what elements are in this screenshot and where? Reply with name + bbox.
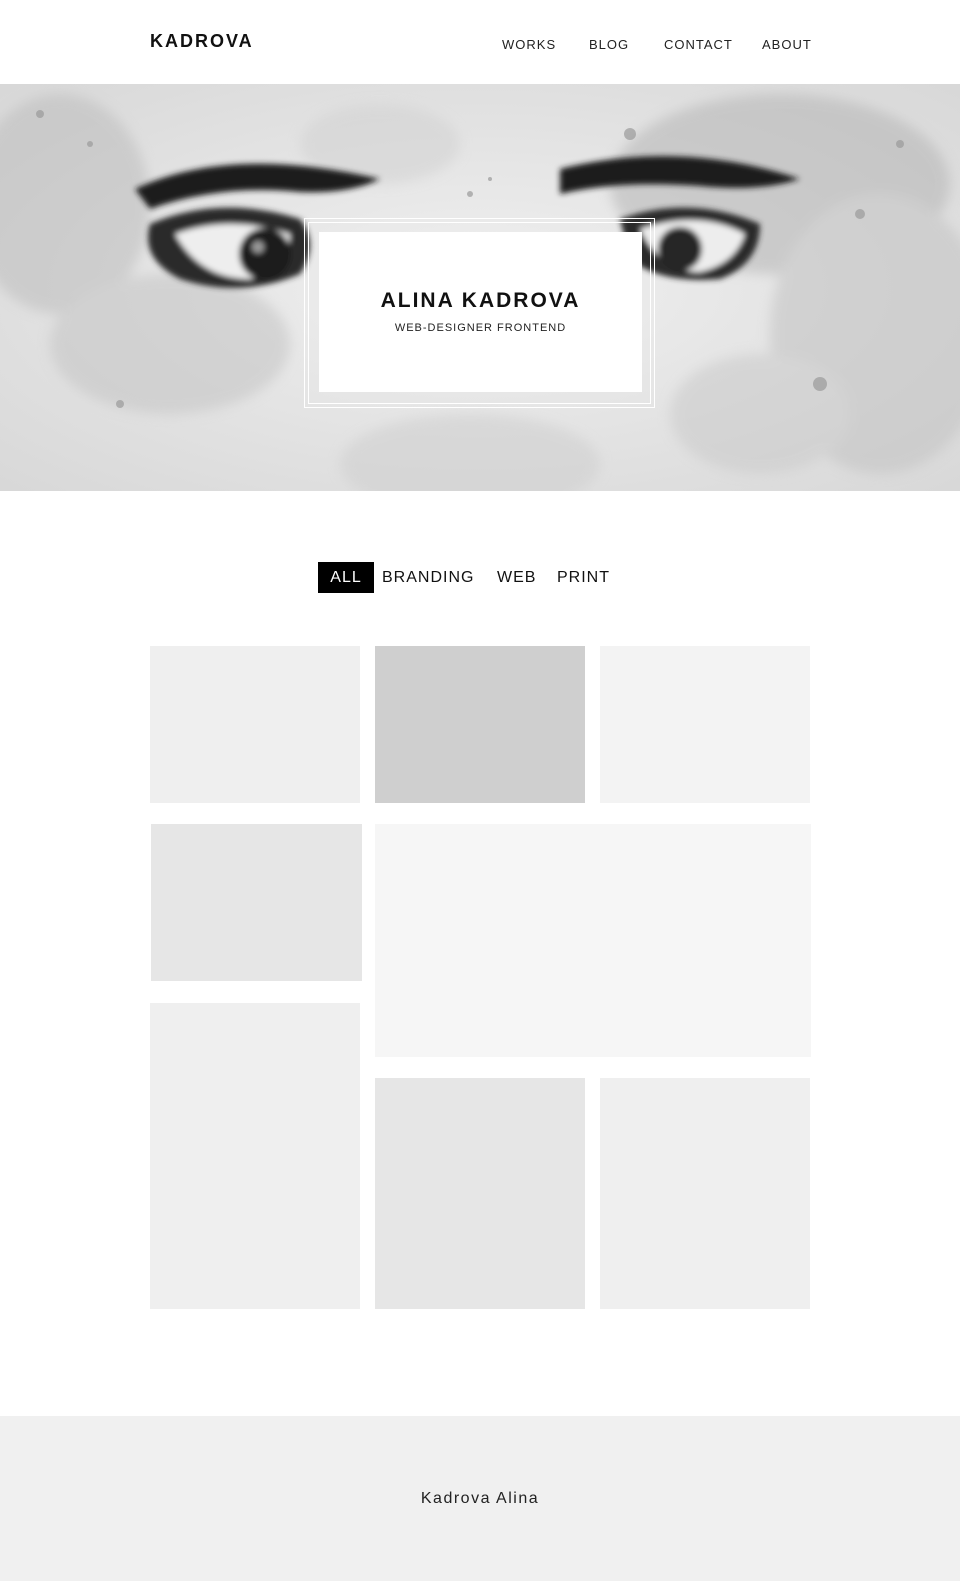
portfolio-tile[interactable] (375, 824, 811, 1057)
hero-title-card: ALINA KADROVA WEB-DESIGNER FRONTEND (319, 232, 642, 392)
hero-banner: ALINA KADROVA WEB-DESIGNER FRONTEND (0, 84, 960, 491)
filter-web[interactable]: WEB (497, 562, 536, 593)
portfolio-tile[interactable] (150, 646, 360, 803)
site-header: KADROVA WORKS BLOG CONTACT ABOUT (0, 0, 960, 84)
nav-about[interactable]: ABOUT (762, 37, 812, 52)
site-footer: Kadrova Alina (0, 1416, 960, 1581)
portfolio-tile[interactable] (151, 824, 362, 981)
footer-text: Kadrova Alina (420, 1490, 540, 1507)
portfolio-tile[interactable] (600, 646, 810, 803)
hero-name: ALINA KADROVA (380, 289, 581, 312)
nav-works[interactable]: WORKS (502, 37, 556, 52)
portfolio-filters: ALL BRANDING WEB PRINT (0, 562, 960, 594)
portfolio-tile[interactable] (375, 1078, 585, 1309)
nav-contact[interactable]: CONTACT (664, 37, 733, 52)
portfolio-tile[interactable] (600, 1078, 810, 1309)
site-logo[interactable]: KADROVA (150, 31, 254, 52)
filter-all[interactable]: ALL (318, 562, 374, 593)
portfolio-tile[interactable] (150, 1003, 360, 1309)
hero-subtitle: WEB-DESIGNER FRONTEND (394, 322, 567, 334)
nav-blog[interactable]: BLOG (589, 37, 629, 52)
portfolio-tile[interactable] (375, 646, 585, 803)
filter-branding[interactable]: BRANDING (382, 562, 474, 593)
filter-print[interactable]: PRINT (557, 562, 610, 593)
